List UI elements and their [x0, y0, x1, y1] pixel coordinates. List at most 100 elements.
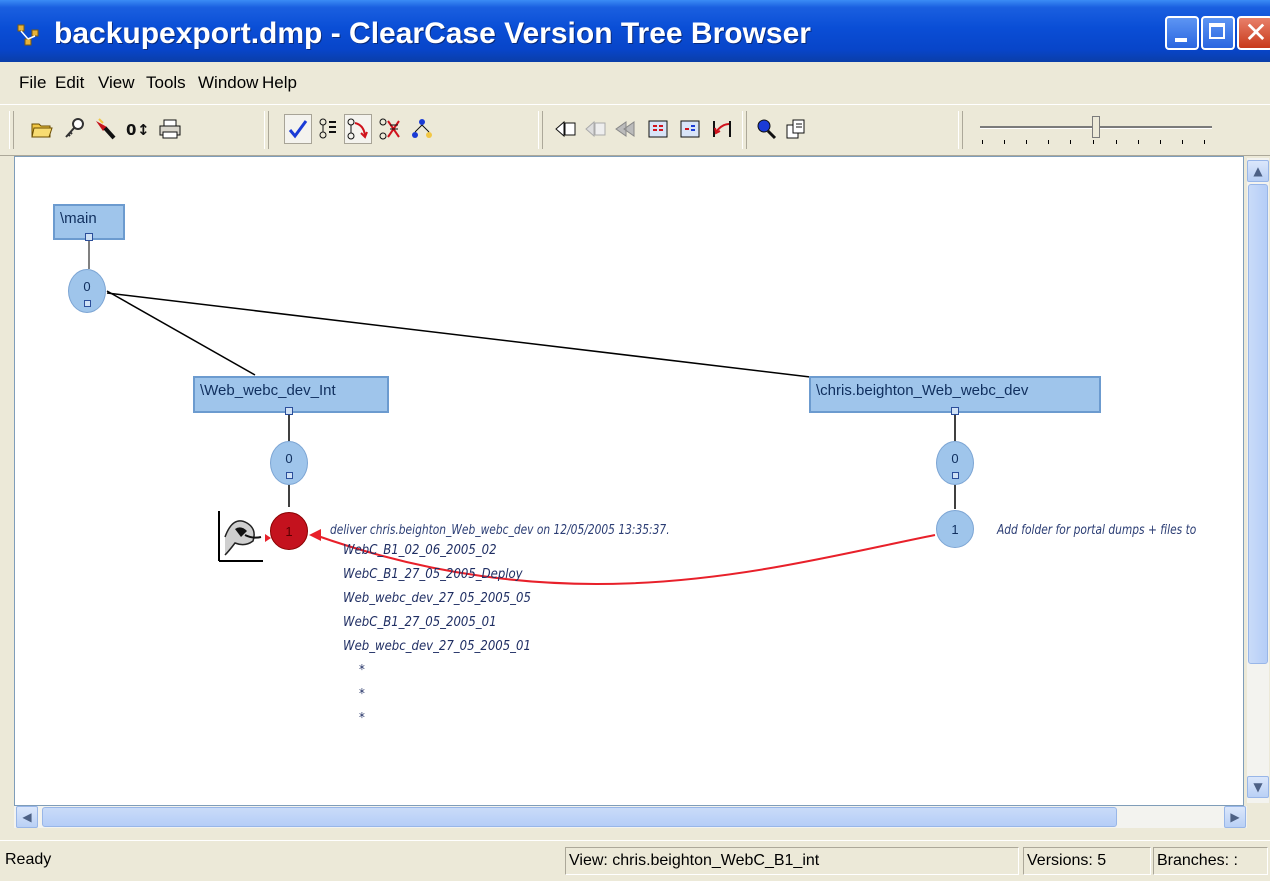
- status-message: Ready: [5, 851, 52, 868]
- merge-hyperlink-icon[interactable]: [217, 507, 265, 563]
- version-number: 0: [951, 450, 959, 466]
- maximize-button[interactable]: [1201, 16, 1235, 50]
- forward-button[interactable]: [582, 114, 610, 144]
- menu-tools[interactable]: Tools: [146, 73, 186, 93]
- find-icon: [757, 119, 777, 140]
- version-number: 1: [951, 521, 959, 537]
- collapse-branches-button[interactable]: [376, 114, 404, 144]
- compare-button[interactable]: [644, 114, 672, 144]
- version-node-int-1-selected[interactable]: 1: [270, 512, 308, 550]
- close-icon: ✕: [1244, 16, 1268, 49]
- version-node-main-0[interactable]: 0: [68, 269, 106, 313]
- print-icon: [159, 119, 181, 139]
- back-button[interactable]: [552, 114, 580, 144]
- menu-bar: File Edit View Tools Window Help: [0, 62, 1270, 104]
- version-label: WebC_B1_27_05_2005_Deploy: [343, 567, 523, 582]
- status-view: View: chris.beighton_WebC_B1_int: [565, 847, 1019, 875]
- version-node-chris-0[interactable]: 0: [936, 441, 974, 485]
- slider-tick: [982, 140, 983, 144]
- slider-tick: [1004, 140, 1005, 144]
- chevron-right-icon: ▶: [1230, 810, 1240, 824]
- toolbar-grip[interactable]: [958, 111, 963, 149]
- version-label: Web_webc_dev_27_05_2005_01: [343, 639, 531, 654]
- chevron-up-icon: ▲: [1253, 164, 1263, 178]
- scroll-up-button[interactable]: ▲: [1247, 160, 1269, 182]
- chevron-down-icon: ▼: [1253, 780, 1263, 794]
- menu-edit[interactable]: Edit: [55, 73, 84, 93]
- version-node-int-0[interactable]: 0: [270, 441, 308, 485]
- forward-icon: [585, 120, 606, 138]
- toolbar-grip[interactable]: [538, 111, 543, 149]
- checkmark-icon: [288, 120, 308, 139]
- version-sort-button[interactable]: 0 ↕: [124, 114, 152, 144]
- flashlight-button[interactable]: [92, 114, 120, 144]
- toolbar-grip[interactable]: [264, 111, 269, 149]
- slider-tick: [1138, 140, 1139, 144]
- version-label: Web_webc_dev_27_05_2005_05: [343, 591, 531, 606]
- key-icon: [65, 118, 84, 138]
- slider-tick: [1204, 140, 1205, 144]
- deliver-comment: deliver chris.beighton_Web_webc_dev on 1…: [330, 523, 670, 538]
- version-number: 1: [285, 523, 293, 539]
- scroll-down-button[interactable]: ▼: [1247, 776, 1269, 798]
- branch-connector-icon: [951, 407, 959, 415]
- minimize-button[interactable]: [1165, 16, 1199, 50]
- window-title: backupexport.dmp - ClearCase Version Tre…: [54, 17, 811, 50]
- node-connector-icon: [84, 300, 91, 307]
- menu-help[interactable]: Help: [262, 73, 297, 93]
- menu-file[interactable]: File: [19, 73, 46, 93]
- version-sort-icon: 0 ↕: [126, 121, 150, 139]
- chevron-left-icon: ◀: [22, 810, 32, 824]
- slider-tick: [1070, 140, 1071, 144]
- version-label-more: *: [359, 711, 365, 726]
- version-label: WebC_B1_27_05_2005_01: [343, 615, 497, 630]
- svg-text:↕: ↕: [137, 121, 150, 139]
- version-tree-canvas[interactable]: \main 0 \Web_webc_dev_Int 0 1 \chris.bei…: [14, 156, 1244, 806]
- tree-connectors: [88, 238, 956, 585]
- maximize-icon: [1209, 23, 1225, 39]
- collapse-branches-icon: [379, 118, 400, 140]
- scroll-right-button[interactable]: ▶: [1224, 806, 1246, 828]
- version-node-chris-1[interactable]: 1: [936, 510, 974, 548]
- rewind-button[interactable]: [612, 114, 640, 144]
- branch-connector-icon: [285, 407, 293, 415]
- tree-layout-button[interactable]: [408, 114, 436, 144]
- version-number: 0: [285, 450, 293, 466]
- toolbar-grip[interactable]: [9, 111, 14, 149]
- slider-tick: [1026, 140, 1027, 144]
- find-button[interactable]: [752, 114, 780, 144]
- menu-view[interactable]: View: [98, 73, 135, 93]
- show-merges-button[interactable]: [344, 114, 372, 144]
- version-label: WebC_B1_02_06_2005_02: [343, 543, 497, 558]
- back-icon: [555, 120, 576, 138]
- slider-tick: [1116, 140, 1117, 144]
- key-button[interactable]: [60, 114, 88, 144]
- version-label-more: *: [359, 663, 365, 678]
- diff-button[interactable]: [676, 114, 704, 144]
- diff-icon: [680, 120, 700, 138]
- show-labels-button[interactable]: [314, 114, 342, 144]
- title-bar[interactable]: backupexport.dmp - ClearCase Version Tre…: [0, 0, 1270, 62]
- vertical-scroll-thumb[interactable]: [1248, 184, 1268, 664]
- svg-text:0: 0: [126, 121, 136, 139]
- toolbar-grip[interactable]: [742, 111, 747, 149]
- status-bar: Ready View: chris.beighton_WebC_B1_int V…: [0, 840, 1270, 881]
- show-labels-icon: [319, 118, 336, 139]
- slider-tick: [1160, 140, 1161, 144]
- slider-tick: [1093, 140, 1094, 144]
- close-button[interactable]: ✕: [1237, 16, 1270, 50]
- flashlight-icon: [96, 118, 116, 140]
- copy-button[interactable]: [782, 114, 810, 144]
- merge-arrow-button[interactable]: [708, 114, 736, 144]
- print-button[interactable]: [156, 114, 184, 144]
- menu-window[interactable]: Window: [198, 73, 258, 93]
- horizontal-scroll-thumb[interactable]: [42, 807, 1117, 827]
- zoom-slider-thumb[interactable]: [1092, 116, 1100, 138]
- status-versions: Versions: 5: [1023, 847, 1151, 875]
- checkmark-button[interactable]: [284, 114, 312, 144]
- copy-icon: [786, 119, 805, 139]
- open-folder-icon: [31, 123, 53, 138]
- node-connector-icon: [286, 472, 293, 479]
- open-folder-button[interactable]: [28, 114, 56, 144]
- scroll-left-button[interactable]: ◀: [16, 806, 38, 828]
